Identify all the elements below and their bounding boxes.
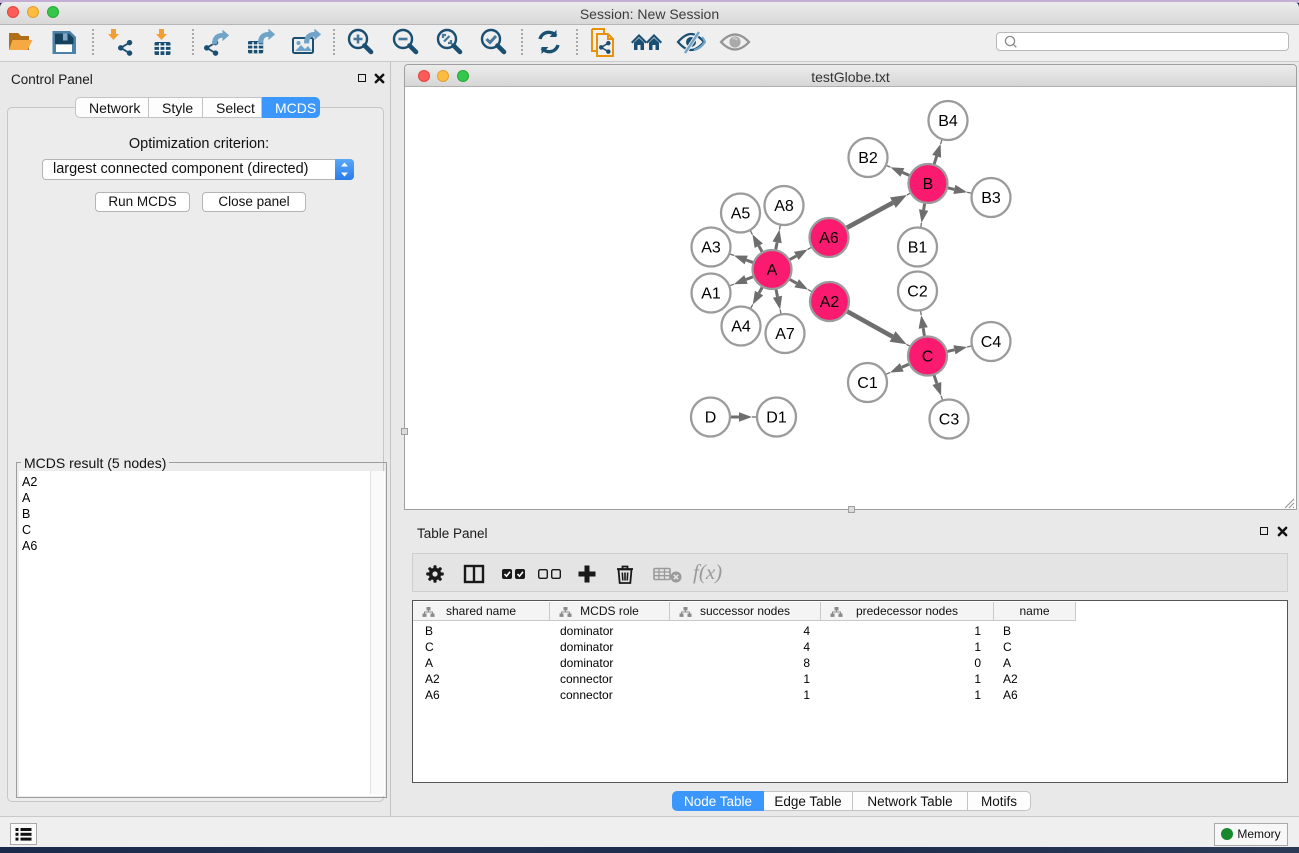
svg-text:D1: D1 [766, 410, 787, 427]
svg-text:B2: B2 [858, 150, 878, 167]
svg-text:C4: C4 [981, 334, 1002, 351]
svg-text:B4: B4 [938, 113, 958, 130]
svg-text:C1: C1 [857, 375, 878, 392]
svg-text:A6: A6 [819, 230, 839, 247]
svg-text:B: B [923, 176, 934, 193]
svg-text:A: A [767, 262, 778, 279]
svg-text:A7: A7 [775, 326, 795, 343]
svg-text:A1: A1 [701, 286, 721, 303]
svg-text:C2: C2 [907, 284, 928, 301]
svg-text:A5: A5 [731, 206, 751, 223]
svg-text:A3: A3 [701, 240, 721, 257]
svg-text:C: C [922, 349, 934, 366]
svg-text:A8: A8 [774, 198, 794, 215]
svg-text:B1: B1 [908, 240, 928, 257]
svg-text:A4: A4 [731, 319, 751, 336]
svg-text:D: D [705, 410, 717, 427]
svg-text:B3: B3 [981, 190, 1001, 207]
svg-text:A2: A2 [820, 294, 840, 311]
svg-text:C3: C3 [939, 412, 960, 429]
